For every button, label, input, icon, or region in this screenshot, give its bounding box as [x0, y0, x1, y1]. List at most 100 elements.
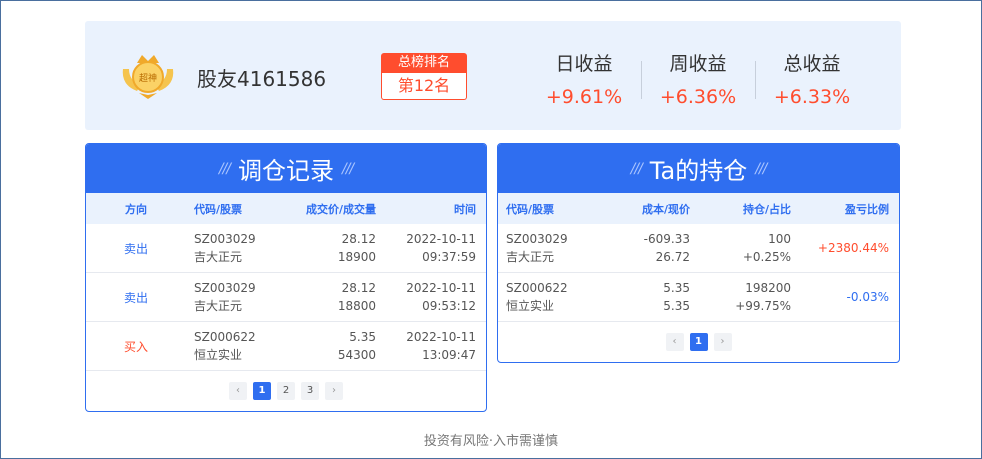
- column-header: 时间: [454, 202, 476, 216]
- column-header: 成本/现价: [641, 202, 690, 216]
- trades-table-header: 方向 代码/股票 成交价/成交量 时间: [86, 193, 486, 224]
- stock-name: 恒立实业: [194, 348, 243, 362]
- rank-box: 总榜排名 第12名: [381, 53, 467, 100]
- stock-code: SZ000622: [194, 330, 256, 344]
- trades-title-text: 调仓记录: [238, 157, 334, 185]
- stat-value: +6.36%: [659, 86, 737, 108]
- time-cell: 2022-10-11 09:53:12: [376, 279, 486, 315]
- profit-loss-ratio: -0.03%: [846, 290, 889, 304]
- stock-name: 吉大正元: [194, 250, 243, 264]
- current-price: 5.35: [663, 299, 690, 313]
- slash-decoration-icon: ///: [630, 160, 643, 177]
- trade-price: 28.12: [341, 232, 376, 246]
- stock-code: SZ003029: [506, 232, 568, 246]
- stock-cell[interactable]: SZ003029 吉大正元: [498, 230, 598, 266]
- stat-weekly: 周收益 +6.36%: [641, 51, 755, 111]
- column-header: 代码/股票: [506, 202, 555, 216]
- trade-direction: 卖出: [123, 241, 148, 256]
- holdings-panel: /// Ta的持仓 /// 代码/股票 成本/现价 持仓/占比 盈亏比例 SZ0…: [497, 143, 900, 363]
- column-header: 方向: [125, 202, 147, 216]
- badge-text: 超神: [139, 72, 157, 84]
- table-row[interactable]: 买入 SZ000622 恒立实业 5.35 54300 2022-10-11 1…: [86, 322, 486, 371]
- stat-label: 总收益: [783, 53, 841, 75]
- time-cell: 2022-10-11 13:09:47: [376, 328, 486, 364]
- prev-page-button[interactable]: ‹: [665, 333, 684, 351]
- stock-name: 吉大正元: [194, 299, 243, 313]
- stock-cell[interactable]: SZ000622 恒立实业: [186, 328, 276, 364]
- username: 股友4161586: [197, 67, 327, 91]
- page-button-3[interactable]: 3: [301, 382, 319, 400]
- page-button-2[interactable]: 2: [277, 382, 295, 400]
- trade-date: 2022-10-11: [406, 330, 476, 344]
- stock-cell[interactable]: SZ003029 吉大正元: [186, 279, 276, 315]
- trades-panel: /// 调仓记录 /// 方向 代码/股票 成交价/成交量 时间 卖出 SZ00…: [85, 143, 487, 412]
- position-amount: 198200: [745, 281, 791, 295]
- position-cell: 100 +0.25%: [690, 230, 791, 266]
- page-button-1[interactable]: 1: [689, 333, 708, 351]
- stock-name: 吉大正元: [506, 250, 555, 264]
- trade-volume: 54300: [337, 348, 376, 362]
- trade-volume: 18800: [337, 299, 376, 313]
- trade-time: 13:09:47: [422, 348, 476, 362]
- holdings-title-text: Ta的持仓: [649, 157, 748, 185]
- position-ratio: +0.25%: [742, 250, 791, 264]
- return-stats: 日收益 +9.61% 周收益 +6.36% 总收益 +6.33%: [527, 51, 877, 111]
- column-header: 成交价/成交量: [305, 202, 376, 216]
- stat-daily: 日收益 +9.61%: [527, 51, 641, 111]
- stock-cell[interactable]: SZ000622 恒立实业: [498, 279, 598, 315]
- page-button-1[interactable]: 1: [253, 382, 271, 400]
- profile-header: 超神 股友4161586 总榜排名 第12名 日收益 +9.61% 周收益 +6…: [85, 21, 901, 130]
- risk-disclaimer: 投资有风险·入市需谨慎: [423, 434, 559, 449]
- trade-date: 2022-10-11: [406, 281, 476, 295]
- holdings-title: /// Ta的持仓 ///: [498, 144, 899, 193]
- table-row[interactable]: 卖出 SZ003029 吉大正元 28.12 18900 2022-10-11 …: [86, 224, 486, 273]
- cost-price-cell: -609.33 26.72: [598, 230, 690, 266]
- trade-volume: 18900: [337, 250, 376, 264]
- column-header: 持仓/占比: [742, 202, 791, 216]
- table-row[interactable]: SZ000622 恒立实业 5.35 5.35 198200 +99.75% -…: [498, 273, 899, 322]
- current-price: 26.72: [655, 250, 690, 264]
- stock-code: SZ003029: [194, 232, 256, 246]
- position-ratio: +99.75%: [735, 299, 791, 313]
- prev-page-button[interactable]: ‹: [229, 382, 247, 400]
- holdings-pagination: ‹ 1 ›: [498, 333, 899, 351]
- trade-direction: 买入: [123, 339, 148, 354]
- slash-decoration-icon: ///: [342, 160, 354, 177]
- trade-direction: 卖出: [123, 290, 148, 305]
- stat-value: +6.33%: [773, 86, 851, 108]
- crown-badge-icon: 超神: [122, 55, 174, 99]
- next-page-button[interactable]: ›: [713, 333, 732, 351]
- trade-price: 28.12: [341, 281, 376, 295]
- price-volume-cell: 5.35 54300: [276, 328, 376, 364]
- column-header: 盈亏比例: [845, 202, 889, 216]
- trade-date: 2022-10-11: [406, 232, 476, 246]
- time-cell: 2022-10-11 09:37:59: [376, 230, 486, 266]
- stat-label: 日收益: [555, 53, 613, 75]
- trade-price: 5.35: [349, 330, 376, 344]
- rank-value: 第12名: [381, 73, 467, 100]
- trades-title: /// 调仓记录 ///: [86, 144, 486, 193]
- stat-label: 周收益: [669, 53, 727, 75]
- cost-value: 5.35: [663, 281, 690, 295]
- table-row[interactable]: 卖出 SZ003029 吉大正元 28.12 18800 2022-10-11 …: [86, 273, 486, 322]
- trades-pagination: ‹ 1 2 3 ›: [86, 382, 486, 400]
- column-header: 代码/股票: [194, 202, 243, 216]
- price-volume-cell: 28.12 18800: [276, 279, 376, 315]
- slash-decoration-icon: ///: [755, 160, 767, 177]
- cost-value: -609.33: [643, 232, 690, 246]
- stat-value: +9.61%: [545, 86, 623, 108]
- table-row[interactable]: SZ003029 吉大正元 -609.33 26.72 100 +0.25% +…: [498, 224, 899, 273]
- stock-cell[interactable]: SZ003029 吉大正元: [186, 230, 276, 266]
- stock-name: 恒立实业: [506, 299, 555, 313]
- stock-code: SZ003029: [194, 281, 256, 295]
- cost-price-cell: 5.35 5.35: [598, 279, 690, 315]
- holdings-table-header: 代码/股票 成本/现价 持仓/占比 盈亏比例: [498, 193, 899, 224]
- price-volume-cell: 28.12 18900: [276, 230, 376, 266]
- stock-code: SZ000622: [506, 281, 568, 295]
- position-cell: 198200 +99.75%: [690, 279, 791, 315]
- trade-time: 09:53:12: [422, 299, 476, 313]
- profit-loss-ratio: +2380.44%: [817, 241, 889, 255]
- position-amount: 100: [768, 232, 791, 246]
- next-page-button[interactable]: ›: [325, 382, 343, 400]
- trade-time: 09:37:59: [422, 250, 476, 264]
